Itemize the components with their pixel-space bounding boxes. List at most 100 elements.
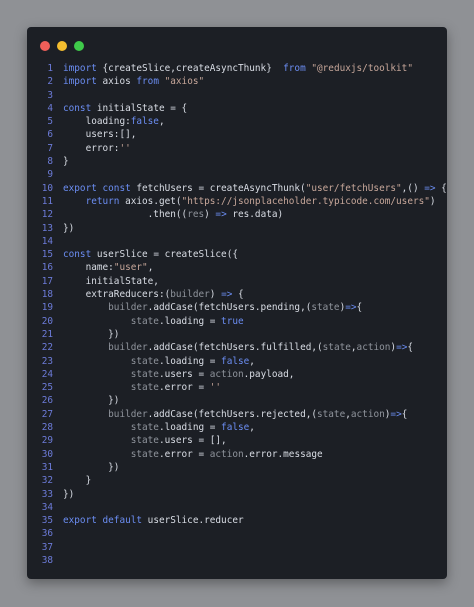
- code-token: state: [63, 382, 159, 394]
- line-number: 15: [41, 249, 53, 261]
- code-token: initialState,: [63, 275, 159, 287]
- line-number: 33: [41, 488, 53, 500]
- code-token: export const: [63, 182, 137, 194]
- code-token: import: [63, 76, 103, 88]
- line-number: 12: [41, 209, 53, 221]
- code-line-content: state.error = action.error.message: [63, 448, 447, 461]
- code-token: state: [311, 302, 340, 314]
- code-token: error:: [63, 142, 120, 154]
- line-number: 25: [41, 382, 53, 394]
- code-line-content: name:"user",: [63, 261, 447, 274]
- code-token: }): [63, 461, 120, 473]
- line-number: 24: [41, 368, 53, 380]
- code-line-content: import axios from "axios": [63, 75, 447, 88]
- code-line: 26 }): [27, 394, 447, 407]
- code-token: ,: [249, 422, 255, 434]
- code-line: 5 loading:false,: [27, 115, 447, 128]
- code-token: "user": [113, 262, 148, 274]
- line-number: 16: [41, 262, 53, 274]
- code-token: }): [63, 395, 120, 407]
- code-token: builder: [63, 302, 148, 314]
- code-line: 3: [27, 89, 447, 102]
- code-token: state: [63, 368, 159, 380]
- minimize-dot[interactable]: [57, 41, 67, 51]
- line-number: 37: [41, 541, 53, 553]
- code-line-content: state.error = '': [63, 381, 447, 394]
- code-line: 36: [27, 527, 447, 540]
- line-number: 18: [41, 289, 53, 301]
- line-number: 10: [41, 182, 53, 194]
- code-line: 10 export const fetchUsers = createAsyncT…: [27, 182, 447, 195]
- code-token: {: [238, 289, 244, 301]
- code-token: export default: [63, 515, 148, 527]
- code-token: .error =: [158, 382, 210, 394]
- code-line: 34: [27, 501, 447, 514]
- code-line-content: state.users = action.payload,: [63, 368, 447, 381]
- code-token: {: [401, 408, 408, 420]
- code-token: }): [63, 328, 120, 340]
- code-token: action: [356, 342, 391, 354]
- code-token: state: [322, 342, 351, 354]
- code-line: 6 users:[],: [27, 128, 447, 141]
- code-line-content: state.loading = false,: [63, 355, 447, 368]
- code-line-content: }: [63, 155, 447, 168]
- code-token: =>: [215, 209, 233, 221]
- close-dot[interactable]: [40, 41, 50, 51]
- code-line-content: extraReducers:(builder) => {: [63, 288, 447, 301]
- code-line-content: [63, 501, 447, 514]
- code-line-content: state.loading = true: [63, 315, 447, 328]
- code-token: name:: [63, 262, 114, 274]
- code-token: "user/fetchUsers": [305, 182, 402, 194]
- code-token: fetchUsers = createAsyncThunk(: [136, 182, 306, 194]
- line-number: 1: [47, 63, 53, 74]
- code-token: import: [63, 63, 103, 74]
- code-line: 11 return axios.get("https://jsonplaceho…: [27, 195, 447, 208]
- code-line: 32 }: [27, 474, 447, 487]
- code-token: {: [441, 182, 447, 194]
- code-token: .addCase(fetchUsers.pending,(: [147, 302, 312, 314]
- code-token: ,: [147, 262, 154, 274]
- code-line-content: }): [63, 222, 447, 235]
- code-line: 18 extraReducers:(builder) => {: [27, 288, 447, 301]
- line-number: 23: [41, 355, 53, 367]
- code-token: axios: [102, 76, 137, 88]
- maximize-dot[interactable]: [74, 41, 84, 51]
- code-token: builder: [63, 408, 148, 420]
- line-number: 7: [47, 142, 53, 154]
- code-token: from: [283, 63, 312, 74]
- line-number: 38: [41, 554, 53, 566]
- code-token: builder: [63, 342, 148, 354]
- line-number: 14: [41, 235, 53, 247]
- code-token: userSlice.reducer: [147, 515, 244, 527]
- line-number: 29: [41, 435, 53, 447]
- code-token: false: [221, 355, 250, 367]
- code-token: const: [63, 249, 97, 261]
- line-number: 11: [41, 195, 53, 207]
- code-token: '': [119, 142, 131, 154]
- code-token: =>: [221, 289, 238, 301]
- code-token: =>: [390, 408, 402, 420]
- code-line: 23 state.loading = false,: [27, 355, 447, 368]
- line-number: 36: [41, 528, 53, 540]
- line-number: 9: [47, 169, 53, 181]
- code-token: state: [63, 435, 159, 447]
- code-line-content: export default userSlice.reducer: [63, 514, 447, 527]
- code-token: .then((: [63, 209, 188, 221]
- code-token: }: [63, 475, 92, 487]
- code-line-content: .then((res) => res.data): [63, 208, 447, 221]
- code-line-content: }): [63, 328, 447, 341]
- line-number: 34: [41, 501, 53, 513]
- code-token: "@reduxjs/toolkit": [311, 63, 413, 74]
- code-token: ,(): [401, 182, 425, 194]
- line-number: 2: [47, 76, 53, 88]
- code-line-content: builder.addCase(fetchUsers.rejected,(sta…: [63, 408, 447, 421]
- code-line-content: [63, 527, 447, 540]
- code-token: false: [221, 422, 250, 434]
- code-token: res.data): [232, 209, 284, 221]
- line-number: 19: [41, 302, 53, 314]
- code-token: action: [209, 448, 244, 460]
- code-token: .error =: [158, 448, 210, 460]
- code-line-content: state.users = [],: [63, 434, 447, 447]
- code-token: const: [63, 102, 97, 114]
- code-token: .users =: [158, 368, 210, 380]
